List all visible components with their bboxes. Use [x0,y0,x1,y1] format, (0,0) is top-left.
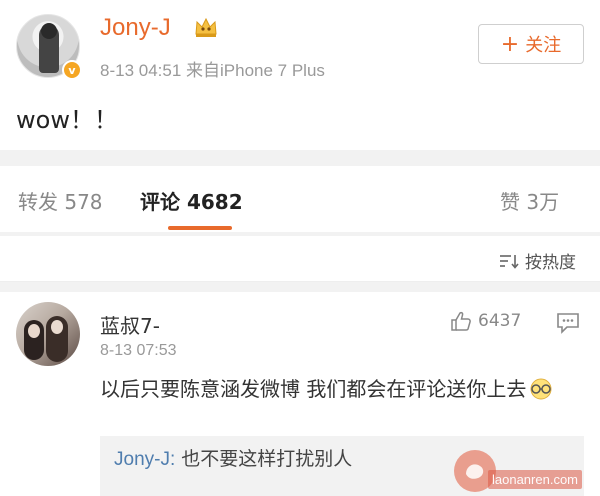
comment-text: 以后只要陈意涵发微博 我们都会在评论送你上去 [100,372,580,406]
post-header: v Jony-J 8-13 04:51 来自iPhone 7 Plus + 关注 [0,0,600,90]
member-crown-icon [195,17,217,37]
comment-time: 8-13 07:53 [100,342,177,359]
post-username[interactable]: Jony-J [100,14,171,42]
sort-by-heat-button[interactable]: 按热度 [499,248,576,273]
tab-like[interactable]: 赞 3万 [500,186,559,215]
reply-body: 也不要这样打扰别人 [175,448,353,470]
reply-comment-icon[interactable] [556,312,580,334]
reply-author[interactable]: Jony-J: [114,449,175,470]
follow-label: 关注 [525,35,562,56]
stats-bar: 转发 578 评论 4682 赞 3万 [0,166,600,232]
avatar-face [51,320,63,334]
tab-comment[interactable]: 评论 4682 [140,186,243,215]
divider [0,150,600,166]
post-text: wow！！ [16,106,118,134]
plus-icon: + [500,31,520,57]
comment-body: 以后只要陈意涵发微博 我们都会在评论送你上去 [100,377,527,401]
divider [0,282,600,292]
comment-like-count: 6437 [478,311,522,331]
tab-repost[interactable]: 转发 578 [18,186,103,215]
glasses-emoji-icon [530,378,552,400]
watermark-site: laonanren.com [488,470,582,489]
avatar-face [28,324,40,338]
comment-username[interactable]: 蓝叔7- [100,310,160,339]
comment-avatar[interactable] [16,302,80,366]
post-meta: 8-13 04:51 来自iPhone 7 Plus [100,61,325,80]
reply-text: Jony-J: 也不要这样打扰别人 [114,444,352,471]
sort-label: 按热度 [525,253,576,273]
active-tab-indicator [168,226,232,230]
sort-icon [500,254,519,269]
comment-like-button[interactable]: 6437 [450,310,521,332]
thumbs-up-icon [451,311,471,331]
avatar-head [41,23,57,39]
follow-button[interactable]: + 关注 [478,24,584,64]
sort-row: 按热度 [0,236,600,282]
verified-badge-icon: v [62,60,82,80]
